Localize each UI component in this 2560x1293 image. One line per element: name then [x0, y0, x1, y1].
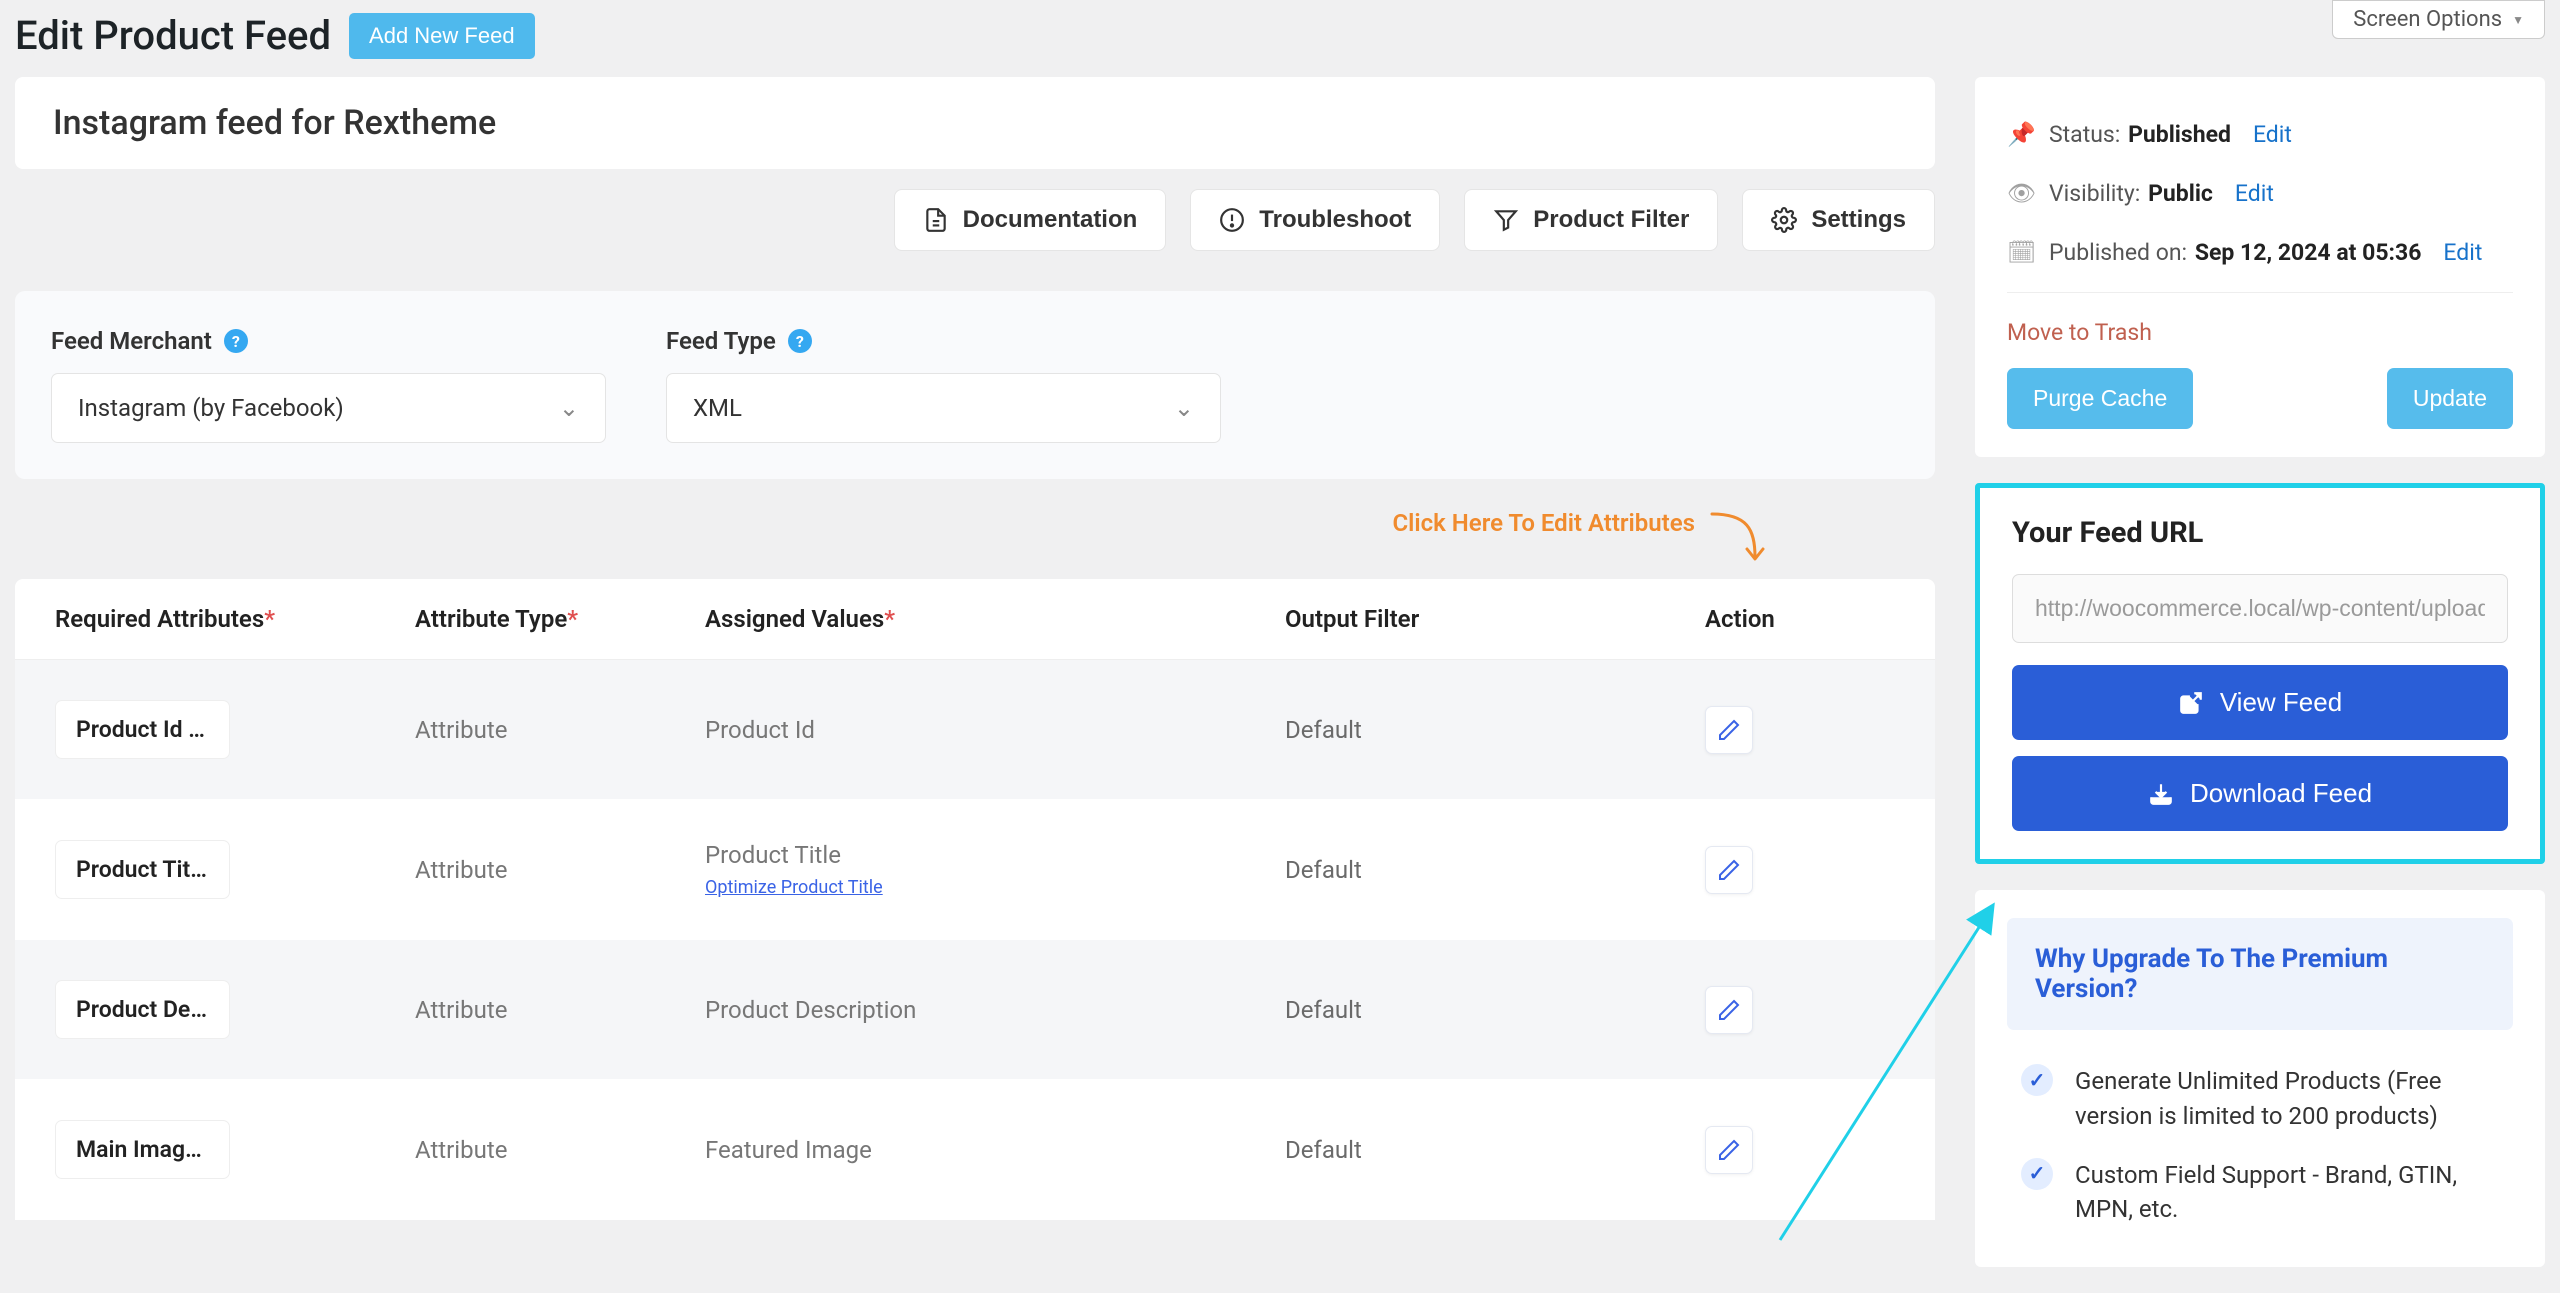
benefit-item: ✓ Custom Field Support - Brand, GTIN, MP… [2007, 1146, 2513, 1240]
output-cell: Default [1285, 1136, 1705, 1164]
upgrade-box: Why Upgrade To The Premium Version? ✓ Ge… [1975, 890, 2545, 1267]
gear-icon [1771, 207, 1797, 233]
feed-settings-card: Feed Merchant ? Instagram (by Facebook) … [15, 291, 1935, 479]
documentation-button[interactable]: Documentation [894, 189, 1167, 251]
eye-icon: 👁 [2007, 180, 2033, 207]
optimize-title-link[interactable]: Optimize Product Title [705, 877, 1285, 898]
edit-attributes-hint: Click Here To Edit Attributes [15, 509, 1935, 569]
help-icon[interactable]: ? [224, 329, 248, 353]
benefit-item: ✓ Generate Unlimited Products (Free vers… [2007, 1052, 2513, 1146]
attr-name-tag: Product Title … [55, 840, 230, 899]
attr-type-cell: Attribute [415, 996, 705, 1024]
troubleshoot-button[interactable]: Troubleshoot [1190, 189, 1440, 251]
help-icon[interactable]: ? [788, 329, 812, 353]
check-icon: ✓ [2021, 1158, 2053, 1190]
table-row: Product Title … Attribute Product Title … [15, 800, 1935, 940]
edit-visibility-link[interactable]: Edit [2235, 180, 2274, 207]
attr-type-cell: Attribute [415, 856, 705, 884]
pencil-icon [1717, 998, 1741, 1022]
feed-url-box: Your Feed URL View Feed Download Feed [1975, 483, 2545, 864]
product-filter-button[interactable]: Product Filter [1464, 189, 1718, 251]
chevron-down-icon: ⌄ [559, 394, 579, 422]
add-new-feed-button[interactable]: Add New Feed [349, 13, 535, 59]
col-output: Output Filter [1285, 605, 1705, 633]
feed-type-label: Feed Type ? [666, 327, 1221, 355]
publish-box: 📌 Status: Published Edit 👁 Visibility: P… [1975, 77, 2545, 457]
output-cell: Default [1285, 716, 1705, 744]
table-row: Main Image [… Attribute Featured Image D… [15, 1080, 1935, 1220]
pin-icon: 📌 [2007, 121, 2033, 148]
purge-cache-button[interactable]: Purge Cache [2007, 368, 2193, 429]
attributes-table: Required Attributes* Attribute Type* Ass… [15, 579, 1935, 1220]
pencil-icon [1717, 1138, 1741, 1162]
pencil-icon [1717, 858, 1741, 882]
alert-icon [1219, 207, 1245, 233]
chevron-down-icon: ▼ [2512, 13, 2524, 27]
edit-row-button[interactable] [1705, 986, 1753, 1034]
assigned-cell: Product Id [705, 716, 1285, 744]
upgrade-title: Why Upgrade To The Premium Version? [2007, 918, 2513, 1030]
screen-options-label: Screen Options [2353, 7, 2502, 32]
feed-type-select[interactable]: XML ⌄ [666, 373, 1221, 443]
download-feed-button[interactable]: Download Feed [2012, 756, 2508, 831]
edit-date-link[interactable]: Edit [2443, 239, 2482, 266]
feed-merchant-label: Feed Merchant ? [51, 327, 606, 355]
attr-type-cell: Attribute [415, 716, 705, 744]
attr-name-tag: Product Id [id] [55, 700, 230, 759]
view-feed-button[interactable]: View Feed [2012, 665, 2508, 740]
pencil-icon [1717, 718, 1741, 742]
screen-options-toggle[interactable]: Screen Options ▼ [2332, 0, 2545, 39]
output-cell: Default [1285, 996, 1705, 1024]
edit-row-button[interactable] [1705, 846, 1753, 894]
assigned-cell: Product Title [705, 841, 1285, 869]
page-title: Edit Product Feed [15, 12, 331, 59]
chevron-down-icon: ⌄ [1174, 394, 1194, 422]
calendar-icon: 🗓 [2007, 239, 2033, 266]
table-row: Product Desc… Attribute Product Descript… [15, 940, 1935, 1080]
attr-name-tag: Product Desc… [55, 980, 230, 1039]
arrow-curve-icon [1707, 509, 1765, 569]
update-button[interactable]: Update [2387, 368, 2513, 429]
feed-title-input[interactable]: Instagram feed for Rextheme [15, 77, 1935, 169]
move-to-trash-link[interactable]: Move to Trash [2007, 311, 2152, 368]
output-cell: Default [1285, 856, 1705, 884]
col-required: Required Attributes* [55, 605, 415, 633]
attr-name-tag: Main Image [… [55, 1120, 230, 1179]
col-action: Action [1705, 605, 1865, 633]
edit-row-button[interactable] [1705, 706, 1753, 754]
edit-row-button[interactable] [1705, 1126, 1753, 1174]
download-icon [2148, 781, 2174, 807]
col-attr-type: Attribute Type* [415, 605, 705, 633]
table-row: Product Id [id] Attribute Product Id Def… [15, 660, 1935, 800]
col-assigned: Assigned Values* [705, 605, 1285, 633]
filter-icon [1493, 207, 1519, 233]
edit-status-link[interactable]: Edit [2253, 121, 2292, 148]
check-icon: ✓ [2021, 1064, 2053, 1096]
feed-url-title: Your Feed URL [2012, 516, 2508, 550]
document-icon [923, 207, 949, 233]
assigned-cell: Product Description [705, 996, 1285, 1024]
feed-url-input[interactable] [2012, 574, 2508, 643]
settings-button[interactable]: Settings [1742, 189, 1935, 251]
feed-merchant-select[interactable]: Instagram (by Facebook) ⌄ [51, 373, 606, 443]
assigned-cell: Featured Image [705, 1136, 1285, 1164]
external-link-icon [2178, 690, 2204, 716]
attr-type-cell: Attribute [415, 1136, 705, 1164]
